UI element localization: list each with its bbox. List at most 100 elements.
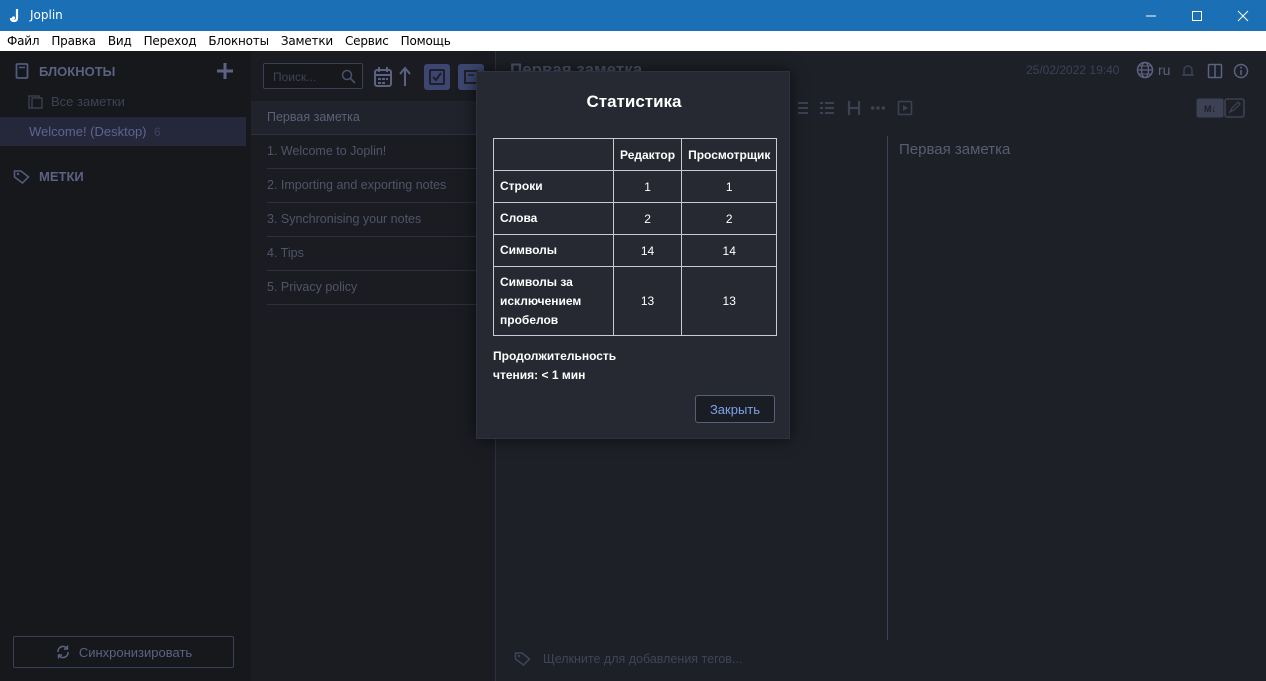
statistics-dialog: Статистика Редактор Просмотрщик Строки 1… bbox=[476, 71, 790, 439]
close-window-button[interactable] bbox=[1220, 0, 1266, 31]
checklist-icon[interactable] bbox=[819, 100, 835, 116]
maximize-button[interactable] bbox=[1174, 0, 1220, 31]
search-input[interactable]: Поиск... bbox=[263, 63, 363, 89]
menu-view[interactable]: Вид bbox=[102, 34, 138, 48]
row-label: Символы bbox=[493, 234, 614, 267]
tag-icon bbox=[514, 652, 531, 666]
joplin-logo-icon bbox=[10, 9, 19, 23]
menu-bar: Файл Правка Вид Переход Блокноты Заметки… bbox=[0, 31, 1266, 51]
viewer-value: 14 bbox=[681, 234, 778, 267]
table-row: Символы 14 14 bbox=[493, 234, 778, 267]
sidebar-item-notebook[interactable]: Welcome! (Desktop) 6 bbox=[0, 117, 246, 146]
column-header-editor: Редактор bbox=[612, 138, 683, 171]
calendar-icon bbox=[374, 67, 392, 87]
viewer-content: Первая заметка bbox=[899, 141, 1011, 158]
arrow-up-icon bbox=[399, 66, 411, 86]
row-label-line: пробелов bbox=[500, 312, 559, 327]
note-date: 25/02/2022 19:40 bbox=[1026, 63, 1120, 77]
sync-label: Синхронизировать bbox=[78, 644, 193, 660]
editor-value: 13 bbox=[612, 266, 683, 336]
sync-icon bbox=[57, 645, 69, 659]
reading-time-line: Продолжительность bbox=[493, 349, 617, 363]
insert-media-icon[interactable] bbox=[897, 100, 913, 116]
note-list-item[interactable]: 1. Welcome to Joplin! bbox=[267, 135, 495, 169]
tags-label: МЕТКИ bbox=[39, 169, 84, 184]
spellcheck-language-button[interactable]: ru bbox=[1136, 61, 1170, 79]
notebook-icon bbox=[15, 63, 29, 79]
row-label-line: исключением bbox=[500, 293, 582, 308]
menu-edit[interactable]: Правка bbox=[45, 34, 101, 48]
tag-icon bbox=[13, 170, 30, 184]
row-label: Слова bbox=[493, 202, 614, 235]
all-notes-label: Все заметки bbox=[51, 94, 125, 109]
notebook-label: Welcome! (Desktop) bbox=[29, 124, 147, 139]
menu-help[interactable]: Помощь bbox=[395, 34, 457, 48]
bullet-list-icon[interactable] bbox=[793, 100, 809, 116]
all-notes-icon bbox=[28, 94, 43, 109]
alarm-icon[interactable] bbox=[1180, 63, 1196, 79]
sync-button[interactable]: Синхронизировать bbox=[13, 636, 234, 668]
row-label: Строки bbox=[493, 170, 614, 203]
more-icon[interactable] bbox=[870, 100, 886, 116]
close-icon bbox=[1237, 10, 1249, 21]
editor-value: 1 bbox=[612, 170, 683, 203]
row-label: Символы за исключением пробелов bbox=[493, 266, 614, 336]
notebooks-header[interactable]: БЛОКНОТЫ bbox=[15, 63, 115, 79]
window-title: Joplin bbox=[30, 8, 63, 22]
menu-file[interactable]: Файл bbox=[1, 34, 45, 48]
dialog-title: Статистика bbox=[586, 92, 682, 111]
search-icon[interactable] bbox=[341, 69, 356, 84]
close-button[interactable]: Закрыть bbox=[695, 395, 775, 423]
editor-value: 2 bbox=[612, 202, 683, 235]
editor-viewer-divider[interactable] bbox=[887, 136, 888, 640]
viewer-value: 13 bbox=[681, 266, 778, 336]
table-row: Слова 2 2 bbox=[493, 202, 778, 235]
menu-notebooks[interactable]: Блокноты bbox=[202, 34, 275, 48]
window-titlebar: Joplin bbox=[0, 0, 1266, 31]
viewer-value: 1 bbox=[681, 170, 778, 203]
svg-text:M↓: M↓ bbox=[1204, 104, 1216, 114]
sort-by-date-button[interactable] bbox=[372, 64, 394, 90]
search-placeholder: Поиск... bbox=[273, 70, 317, 84]
note-list-item[interactable]: 4. Tips bbox=[267, 237, 495, 271]
menu-go[interactable]: Переход bbox=[138, 34, 203, 48]
reading-time-line: чтения: < 1 мин bbox=[493, 368, 586, 382]
info-icon[interactable] bbox=[1233, 63, 1249, 79]
menu-notes[interactable]: Заметки bbox=[275, 34, 339, 48]
table-row: Строки 1 1 bbox=[493, 170, 778, 203]
reading-time: Продолжительность чтения: < 1 мин bbox=[493, 347, 616, 385]
column-header-viewer: Просмотрщик bbox=[681, 138, 778, 171]
tags-header[interactable]: МЕТКИ bbox=[13, 169, 84, 184]
tag-placeholder: Щелкните для добавления тегов... bbox=[543, 651, 743, 666]
language-label: ru bbox=[1158, 62, 1171, 78]
statistics-table: Редактор Просмотрщик Строки 1 1 Слова 2 … bbox=[493, 138, 778, 336]
row-label-line: Символы за bbox=[500, 274, 573, 289]
viewer-value: 2 bbox=[681, 202, 778, 235]
notebook-count: 6 bbox=[154, 125, 161, 139]
table-row: Символы за исключением пробелов 13 13 bbox=[493, 266, 778, 336]
heading-icon[interactable] bbox=[846, 100, 862, 116]
checkbox-icon bbox=[429, 69, 445, 85]
note-list-item[interactable]: 2. Importing and exporting notes bbox=[267, 169, 495, 203]
globe-icon bbox=[1136, 61, 1154, 79]
notebooks-label: БЛОКНОТЫ bbox=[39, 63, 116, 79]
editor-value: 14 bbox=[612, 234, 683, 267]
toggle-layout-icon[interactable] bbox=[1207, 63, 1223, 79]
note-list: Поиск... Первая заметка 1. Welcome to Jo… bbox=[251, 51, 495, 681]
menu-tools[interactable]: Сервис bbox=[339, 34, 395, 48]
sidebar: БЛОКНОТЫ Все заметки Welcome! (Desktop) … bbox=[0, 51, 251, 681]
sidebar-item-all-notes[interactable]: Все заметки bbox=[28, 94, 125, 109]
editor-toggle-icon[interactable]: M↓ bbox=[1196, 98, 1246, 118]
tag-bar[interactable]: Щелкните для добавления тегов... bbox=[514, 651, 742, 666]
new-todo-button[interactable] bbox=[424, 64, 450, 90]
minimize-icon bbox=[1146, 15, 1156, 16]
sort-order-button[interactable] bbox=[396, 64, 414, 90]
maximize-icon bbox=[1192, 10, 1202, 21]
minimize-button[interactable] bbox=[1128, 0, 1174, 31]
note-list-item[interactable]: Первая заметка bbox=[251, 101, 495, 135]
note-list-item[interactable]: 5. Privacy policy bbox=[267, 271, 495, 305]
table-header-row: Редактор Просмотрщик bbox=[493, 138, 778, 171]
note-list-item[interactable]: 3. Synchronising your notes bbox=[267, 203, 495, 237]
add-notebook-icon[interactable] bbox=[215, 61, 235, 81]
table-header-empty bbox=[493, 138, 614, 171]
